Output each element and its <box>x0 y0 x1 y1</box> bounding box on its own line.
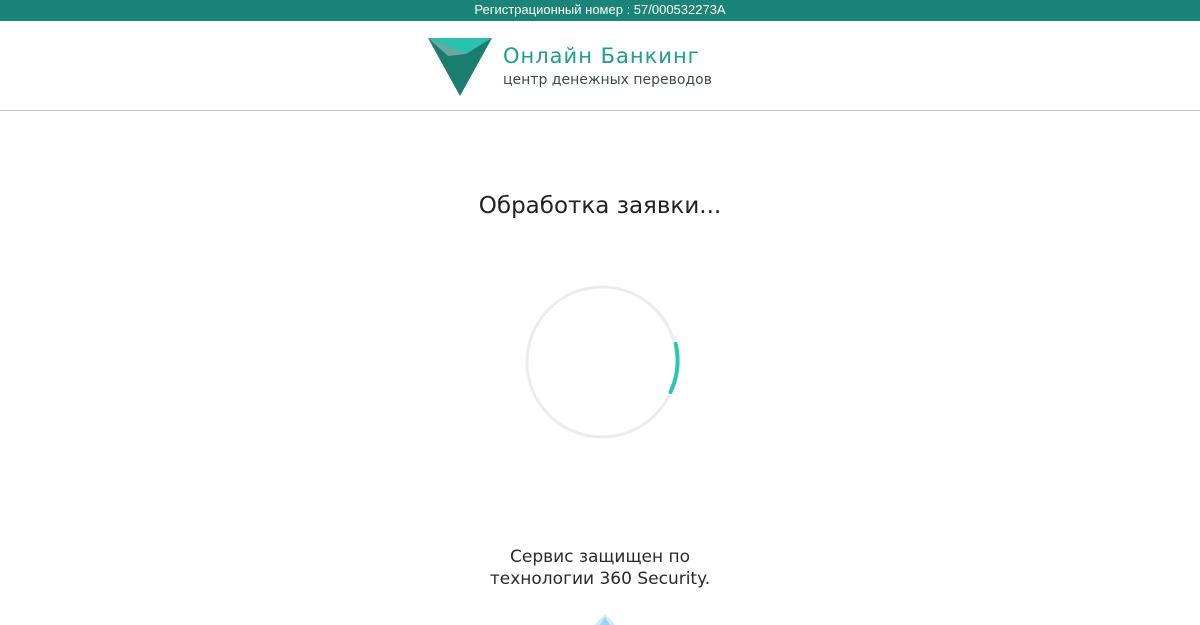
shield-icon <box>595 615 615 625</box>
registration-number-text: Регистрационный номер : 57/000532273A <box>474 2 726 17</box>
registration-bar: Регистрационный номер : 57/000532273A <box>0 0 1200 21</box>
logo-subtitle: центр денежных переводов <box>503 72 712 88</box>
security-notice-line2: технологии 360 Security. <box>489 569 711 589</box>
logo-title: Онлайн Банкинг <box>503 44 700 68</box>
processing-status-text: Обработка заявки... <box>478 193 722 219</box>
logo[interactable]: Онлайн Банкинг центр денежных переводов <box>426 32 736 100</box>
logo-triangle-icon <box>428 38 492 96</box>
loading-spinner-icon <box>525 285 680 439</box>
security-notice: Сервис защищен по технологии 360 Securit… <box>0 546 1200 590</box>
site-header: Онлайн Банкинг центр денежных переводов <box>0 21 1200 111</box>
security-notice-line1: Сервис защищен по <box>510 547 690 567</box>
